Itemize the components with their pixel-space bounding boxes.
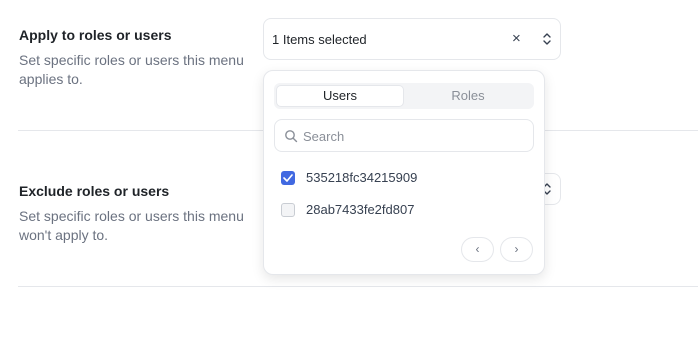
apply-roles-users-select[interactable]: 1 Items selected × [263, 18, 561, 60]
option-label: 535218fc34215909 [306, 170, 418, 185]
roles-users-dropdown: Users Roles 535218fc34215909 28ab7433fe2… [263, 70, 545, 275]
apply-section-description: Set specific roles or users this menu ap… [19, 52, 244, 87]
search-field [274, 119, 534, 152]
apply-section-title: Apply to roles or users [19, 27, 172, 43]
tab-roles[interactable]: Roles [404, 85, 532, 107]
search-icon [285, 130, 298, 143]
option-checkbox[interactable] [281, 171, 295, 185]
search-input[interactable] [303, 126, 523, 146]
next-page-button[interactable]: › [500, 237, 533, 262]
option-item[interactable]: 28ab7433fe2fd807 [281, 200, 531, 220]
tab-users[interactable]: Users [276, 85, 404, 107]
section-divider [18, 286, 698, 287]
select-value: 1 Items selected [272, 32, 367, 47]
option-item[interactable]: 535218fc34215909 [281, 168, 531, 188]
exclude-section-title: Exclude roles or users [19, 183, 170, 199]
close-icon[interactable]: × [512, 30, 521, 48]
previous-page-button[interactable]: ‹ [461, 237, 494, 262]
users-roles-tabs: Users Roles [274, 83, 534, 109]
menu-visibility-settings: Apply to roles or users Set specific rol… [0, 0, 698, 339]
exclude-section-description: Set specific roles or users this menu wo… [19, 208, 244, 243]
option-label: 28ab7433fe2fd807 [306, 202, 415, 217]
option-checkbox[interactable] [281, 203, 295, 217]
check-icon [283, 174, 293, 182]
chevron-up-down-icon[interactable] [542, 30, 552, 48]
